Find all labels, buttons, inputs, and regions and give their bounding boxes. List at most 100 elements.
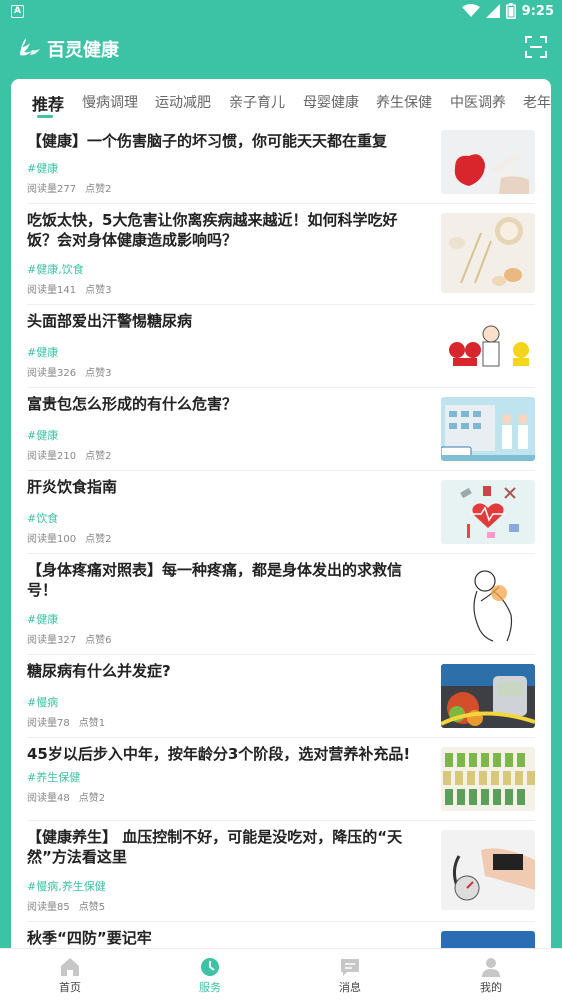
tab-maternal[interactable]: 母婴健康 (303, 92, 359, 112)
status-icons: 9:25 (461, 3, 554, 19)
tab-chronic[interactable]: 慢病调理 (82, 92, 138, 112)
tab-exercise[interactable]: 运动减肥 (155, 92, 211, 112)
content-card: 推荐 慢病调理 运动减肥 亲子育儿 母婴健康 养生保健 中医调养 老年 【健康】… (11, 79, 551, 949)
like-count: 点赞2 (85, 534, 112, 545)
scan-icon[interactable] (524, 35, 548, 59)
home-icon (61, 958, 79, 976)
article-thumbnail (441, 563, 535, 643)
article-thumbnail (441, 747, 535, 811)
article-tag[interactable]: #饮食 (27, 510, 58, 526)
nav-message[interactable]: 消息 (310, 957, 390, 995)
article-title: 吃饭太快，5大危害让你离疾病越来越近！如何科学吃好饭？会对身体健康造成影响吗？ (27, 211, 398, 249)
article-thumbnail (441, 130, 535, 194)
article-tag[interactable]: #健康 (27, 344, 58, 360)
read-count: 阅读量327 (27, 635, 77, 646)
tab-wellness[interactable]: 养生保健 (376, 92, 432, 112)
like-count: 点赞3 (85, 285, 112, 296)
article-title: 【健康养生】 血压控制不好，可能是没吃对，降压的“天然”方法看这里 (27, 828, 403, 866)
read-count: 阅读量48 (27, 793, 70, 804)
article-meta: 阅读量277 点赞2 (27, 180, 111, 195)
tab-recommend[interactable]: 推荐 (32, 91, 64, 115)
article-thumbnail (441, 397, 535, 461)
notification-icon: A (11, 5, 24, 18)
article-meta: 阅读量210 点赞2 (27, 447, 111, 462)
like-count: 点赞1 (78, 718, 106, 729)
article-tag[interactable]: #健康 (27, 427, 58, 443)
like-count: 点赞2 (78, 793, 106, 804)
bottom-nav: 首页 服务 消息 我的 (0, 948, 562, 1000)
article-title: 秋季“四防”要记牢 (27, 929, 152, 947)
like-count: 点赞2 (85, 451, 112, 462)
read-count: 阅读量85 (27, 902, 70, 913)
battery-icon (505, 3, 516, 19)
article-meta: 阅读量141 点赞3 (27, 281, 111, 296)
status-time: 9:25 (521, 3, 554, 19)
message-icon (341, 959, 359, 976)
article-item[interactable]: 秋季“四防”要记牢 (27, 922, 535, 949)
article-meta: 阅读量100 点赞2 (27, 530, 111, 545)
article-item[interactable]: 头面部爱出汗警惕糖尿病 #健康 阅读量326 点赞3 (27, 305, 535, 388)
article-meta: 阅读量78 点赞1 (27, 714, 105, 729)
article-title: 头面部爱出汗警惕糖尿病 (27, 312, 193, 330)
article-item[interactable]: 吃饭太快，5大危害让你离疾病越来越近！如何科学吃好饭？会对身体健康造成影响吗？ … (27, 204, 535, 305)
nav-home-label: 首页 (59, 981, 81, 994)
article-item[interactable]: 【健康】一个伤害脑子的坏习惯，你可能天天都在重复 #健康 阅读量277 点赞2 (27, 125, 535, 204)
article-meta: 阅读量48 点赞2 (27, 789, 105, 804)
wifi-icon (461, 4, 480, 17)
article-list: 【健康】一个伤害脑子的坏习惯，你可能天天都在重复 #健康 阅读量277 点赞2 吃… (11, 125, 551, 949)
nav-service-label: 服务 (199, 981, 221, 994)
article-title: 富贵包怎么形成的有什么危害？ (27, 395, 238, 413)
user-icon (482, 958, 500, 977)
read-count: 阅读量326 (27, 368, 77, 379)
article-title: 糖尿病有什么并发症? (27, 662, 171, 680)
article-item[interactable]: 45岁以后步入中年，按年龄分3个阶段，选对营养补充品! #养生保健 阅读量48 点… (27, 738, 535, 821)
app-title: 百灵健康 (47, 40, 119, 61)
article-item[interactable]: 【健康养生】 血压控制不好，可能是没吃对，降压的“天然”方法看这里 #慢病,养生… (27, 821, 535, 922)
read-count: 阅读量210 (27, 451, 77, 462)
article-item[interactable]: 肝炎饮食指南 #饮食 阅读量100 点赞2 (27, 471, 535, 554)
nav-message-label: 消息 (339, 981, 361, 994)
article-title: 肝炎饮食指南 (27, 478, 118, 496)
nav-mine[interactable]: 我的 (451, 957, 531, 995)
article-meta: 阅读量85 点赞5 (27, 898, 105, 913)
article-thumbnail (441, 830, 535, 910)
article-title: 【健康】一个伤害脑子的坏习惯，你可能天天都在重复 (27, 132, 388, 150)
article-thumbnail (441, 664, 535, 728)
article-tag[interactable]: #健康 (27, 160, 58, 176)
article-tag[interactable]: #慢病,养生保健 (27, 878, 106, 894)
read-count: 阅读量100 (27, 534, 77, 545)
article-thumbnail (441, 480, 535, 544)
category-tabs: 推荐 慢病调理 运动减肥 亲子育儿 母婴健康 养生保健 中医调养 老年 (11, 79, 551, 125)
like-count: 点赞6 (85, 635, 112, 646)
article-item[interactable]: 【身体疼痛对照表】每一种疼痛，都是身体发出的求救信号！ #健康 阅读量327 点赞… (27, 554, 535, 655)
like-count: 点赞2 (85, 184, 112, 195)
article-tag[interactable]: #健康,饮食 (27, 261, 84, 277)
article-meta: 阅读量327 点赞6 (27, 631, 111, 646)
tab-parenting[interactable]: 亲子育儿 (229, 92, 285, 112)
tab-indicator (37, 115, 53, 118)
article-item[interactable]: 糖尿病有什么并发症? #慢病 阅读量78 点赞1 (27, 655, 535, 738)
read-count: 阅读量277 (27, 184, 77, 195)
article-item[interactable]: 富贵包怎么形成的有什么危害？ #健康 阅读量210 点赞2 (27, 388, 535, 471)
like-count: 点赞5 (78, 902, 106, 913)
article-thumbnail (441, 314, 535, 378)
service-icon (201, 958, 219, 976)
article-meta: 阅读量326 点赞3 (27, 364, 111, 379)
status-bar: A 9:25 (0, 0, 562, 24)
read-count: 阅读量141 (27, 285, 77, 296)
article-thumbnail (441, 931, 535, 949)
signal-icon (485, 4, 500, 18)
app-logo-icon (20, 38, 40, 56)
nav-mine-label: 我的 (480, 981, 502, 994)
article-tag[interactable]: #养生保健 (27, 769, 80, 785)
tab-elderly[interactable]: 老年 (523, 92, 551, 112)
tab-tcm[interactable]: 中医调养 (450, 92, 506, 112)
read-count: 阅读量78 (27, 718, 70, 729)
nav-service[interactable]: 服务 (170, 957, 250, 995)
article-title: 45岁以后步入中年，按年龄分3个阶段，选对营养补充品! (27, 745, 411, 763)
article-thumbnail (441, 213, 535, 293)
nav-home[interactable]: 首页 (30, 957, 110, 995)
like-count: 点赞3 (85, 368, 112, 379)
article-tag[interactable]: #慢病 (27, 694, 58, 710)
article-tag[interactable]: #健康 (27, 611, 58, 627)
